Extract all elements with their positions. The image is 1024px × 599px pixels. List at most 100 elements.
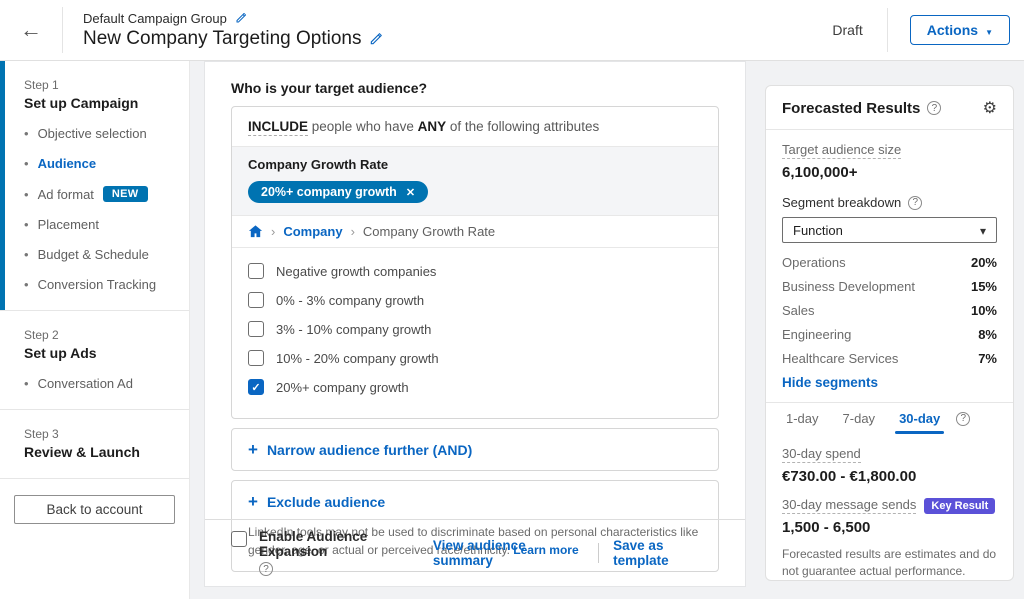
- exclude-audience-button[interactable]: Exclude audience: [248, 493, 702, 510]
- edit-pencil-icon[interactable]: [235, 12, 247, 24]
- checkbox[interactable]: [248, 350, 264, 366]
- step-2-section: Step 2 Set up Ads Conversation Ad: [0, 311, 189, 410]
- sidebar-item-ad-format[interactable]: Ad formatNEW: [24, 186, 175, 202]
- segment-list: Operations 20% Business Development 15% …: [782, 255, 997, 366]
- checkbox[interactable]: [248, 263, 264, 279]
- breadcrumb-company-link[interactable]: Company: [283, 224, 342, 239]
- spend-value: €730.00 - €1,800.00: [782, 468, 997, 485]
- option-20-plus-growth[interactable]: 20%+ company growth: [248, 379, 702, 395]
- option-negative-growth[interactable]: Negative growth companies: [248, 263, 702, 279]
- chevron-right-icon: [271, 224, 275, 239]
- checkbox[interactable]: [248, 321, 264, 337]
- tab-30-day[interactable]: 30-day: [887, 403, 952, 434]
- segment-value: 8%: [978, 327, 997, 342]
- step-number: Step 3: [24, 427, 175, 441]
- option-label: 3% - 10% company growth: [276, 322, 431, 337]
- step-title: Review & Launch: [24, 444, 175, 460]
- step-3-section: Step 3 Review & Launch: [0, 410, 189, 479]
- forecast-header: Forecasted Results: [766, 86, 1013, 130]
- segment-name: Operations: [782, 255, 846, 270]
- message-sends-label[interactable]: 30-day message sends: [782, 497, 916, 514]
- sidebar-item-conversation-ad[interactable]: Conversation Ad: [24, 376, 175, 391]
- option-3-10-growth[interactable]: 3% - 10% company growth: [248, 321, 702, 337]
- selected-attribute-chip[interactable]: 20%+ company growth: [248, 181, 428, 203]
- home-icon[interactable]: [248, 224, 263, 239]
- checkbox[interactable]: [248, 379, 264, 395]
- bullet-icon: [24, 156, 29, 171]
- actions-button-label: Actions: [927, 22, 978, 38]
- page-title: New Company Targeting Options: [83, 28, 361, 50]
- segment-name: Healthcare Services: [782, 351, 898, 366]
- bullet-icon: [24, 217, 29, 232]
- header-divider: [62, 7, 63, 53]
- bullet-icon: [24, 187, 29, 202]
- audience-expansion-checkbox[interactable]: [231, 531, 247, 547]
- help-icon[interactable]: [908, 196, 922, 210]
- sidebar-item-placement[interactable]: Placement: [24, 217, 175, 232]
- segment-row: Operations 20%: [782, 255, 997, 270]
- key-result-badge: Key Result: [924, 498, 995, 514]
- bullet-icon: [24, 247, 29, 262]
- new-badge: NEW: [103, 186, 148, 202]
- forecasted-results-card: Forecasted Results Target audience size …: [765, 85, 1014, 581]
- chevron-down-icon: [980, 223, 986, 238]
- gear-icon[interactable]: [983, 98, 997, 118]
- campaign-group-name: Default Campaign Group: [83, 11, 227, 26]
- actions-button[interactable]: Actions: [910, 15, 1010, 45]
- top-header: ← Default Campaign Group New Company Tar…: [0, 0, 1024, 61]
- step-title: Set up Ads: [24, 345, 175, 361]
- remove-chip-icon[interactable]: [406, 185, 415, 199]
- sidebar-item-audience[interactable]: Audience: [24, 156, 175, 171]
- audience-expansion-label: Enable Audience Expansion: [259, 529, 433, 559]
- back-to-account-button[interactable]: Back to account: [14, 495, 175, 524]
- save-as-template-link[interactable]: Save as template: [613, 538, 719, 568]
- segment-name: Sales: [782, 303, 815, 318]
- option-0-3-growth[interactable]: 0% - 3% company growth: [248, 292, 702, 308]
- facet-title: Company Growth Rate: [248, 157, 702, 172]
- status-badge: Draft: [832, 22, 862, 38]
- bullet-icon: [24, 376, 29, 391]
- help-icon[interactable]: [927, 101, 941, 115]
- edit-pencil-icon[interactable]: [369, 32, 383, 46]
- facet-section: Company Growth Rate 20%+ company growth: [232, 146, 718, 215]
- view-audience-summary-link[interactable]: View audience summary: [433, 538, 584, 568]
- option-10-20-growth[interactable]: 10% - 20% company growth: [248, 350, 702, 366]
- steps-sidebar: Step 1 Set up Campaign Objective selecti…: [0, 61, 190, 599]
- checkbox[interactable]: [248, 292, 264, 308]
- target-audience-size-value: 6,100,000+: [782, 164, 997, 181]
- segment-row: Sales 10%: [782, 303, 997, 318]
- forecast-note-text: Forecasted results are estimates and do …: [782, 547, 996, 578]
- help-icon[interactable]: [956, 412, 970, 426]
- segment-name: Engineering: [782, 327, 851, 342]
- option-label: 0% - 3% company growth: [276, 293, 424, 308]
- message-sends-value: 1,500 - 6,500: [782, 519, 997, 536]
- segment-row: Engineering 8%: [782, 327, 997, 342]
- segment-row: Healthcare Services 7%: [782, 351, 997, 366]
- footer-links-divider: [598, 543, 599, 563]
- segment-name: Business Development: [782, 279, 915, 294]
- target-audience-size-label[interactable]: Target audience size: [782, 142, 901, 159]
- narrow-audience-card: Narrow audience further (AND): [231, 428, 719, 471]
- audience-question: Who is your target audience?: [231, 80, 719, 96]
- segment-value: 15%: [971, 279, 997, 294]
- include-middle-text: people who have: [308, 119, 418, 134]
- include-keyword[interactable]: INCLUDE: [248, 119, 308, 136]
- segment-breakdown-select[interactable]: Function: [782, 217, 997, 243]
- sidebar-item-conversion-tracking[interactable]: Conversion Tracking: [24, 277, 175, 292]
- spend-label[interactable]: 30-day spend: [782, 446, 861, 463]
- sidebar-item-objective-selection[interactable]: Objective selection: [24, 126, 175, 141]
- tab-7-day[interactable]: 7-day: [831, 403, 888, 434]
- help-icon[interactable]: [259, 562, 273, 576]
- segment-value: 10%: [971, 303, 997, 318]
- sidebar-item-budget-schedule[interactable]: Budget & Schedule: [24, 247, 175, 262]
- narrow-audience-button[interactable]: Narrow audience further (AND): [248, 441, 702, 458]
- growth-options-list: Negative growth companies 0% - 3% compan…: [232, 248, 718, 418]
- segment-select-value: Function: [793, 223, 843, 238]
- back-arrow-icon[interactable]: ←: [0, 17, 62, 43]
- tab-1-day[interactable]: 1-day: [774, 403, 831, 434]
- plus-icon: [248, 441, 258, 458]
- option-label: 10% - 20% company growth: [276, 351, 439, 366]
- breadcrumb: Company Company Growth Rate: [232, 215, 718, 248]
- hide-segments-link[interactable]: Hide segments: [782, 375, 997, 390]
- breadcrumb-current: Company Growth Rate: [363, 224, 495, 239]
